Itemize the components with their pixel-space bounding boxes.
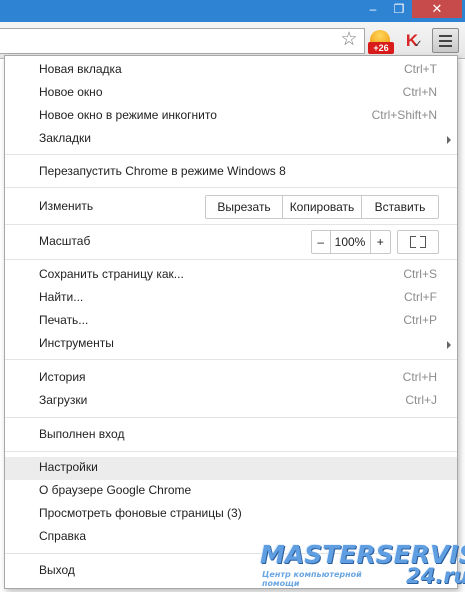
menu-item-background-pages[interactable]: Просмотреть фоновые страницы (3) bbox=[5, 503, 457, 526]
menu-separator bbox=[5, 224, 457, 225]
menu-item-save-page[interactable]: Сохранить страницу как... Ctrl+S bbox=[5, 264, 457, 287]
minimize-button[interactable]: – bbox=[360, 0, 386, 18]
menu-item-zoom: Масштаб – 100% + bbox=[5, 230, 457, 254]
submenu-arrow-icon bbox=[447, 136, 451, 144]
menu-item-label: Новое окно в режиме инкогнито bbox=[39, 108, 217, 122]
menu-item-label: Новая вкладка bbox=[39, 62, 122, 76]
menu-item-find[interactable]: Найти... Ctrl+F bbox=[5, 287, 457, 310]
menu-item-label: Просмотреть фоновые страницы (3) bbox=[39, 506, 242, 520]
menu-item-incognito[interactable]: Новое окно в режиме инкогнито Ctrl+Shift… bbox=[5, 105, 457, 128]
zoom-out-button[interactable]: – bbox=[312, 231, 331, 253]
menu-item-relaunch-windows8[interactable]: Перезапустить Chrome в режиме Windows 8 bbox=[5, 161, 457, 184]
hamburger-icon-line bbox=[439, 39, 452, 42]
avast-extension-icon[interactable]: +26 bbox=[368, 29, 394, 55]
address-bar[interactable] bbox=[0, 28, 365, 54]
menu-item-edit: Изменить Вырезать Копировать Вставить bbox=[5, 195, 457, 219]
menu-item-shortcut: Ctrl+F bbox=[404, 290, 437, 304]
menu-item-new-tab[interactable]: Новая вкладка Ctrl+T bbox=[5, 59, 457, 82]
menu-item-label: Перезапустить Chrome в режиме Windows 8 bbox=[39, 164, 286, 178]
paste-button[interactable]: Вставить bbox=[362, 196, 438, 218]
menu-separator bbox=[5, 259, 457, 260]
menu-item-bookmarks[interactable]: Закладки bbox=[5, 128, 457, 151]
extension-badge: +26 bbox=[368, 42, 394, 54]
menu-separator bbox=[5, 154, 457, 155]
menu-item-shortcut: Ctrl+T bbox=[404, 62, 437, 76]
menu-item-downloads[interactable]: Загрузки Ctrl+J bbox=[5, 390, 457, 413]
menu-separator bbox=[5, 359, 457, 360]
menu-item-label: Закладки bbox=[39, 131, 91, 145]
menu-item-shortcut: Ctrl+H bbox=[402, 370, 437, 384]
zoom-controls: – 100% + bbox=[311, 230, 391, 254]
zoom-in-button[interactable]: + bbox=[371, 231, 390, 253]
menu-item-label: О браузере Google Chrome bbox=[39, 483, 192, 497]
submenu-arrow-icon bbox=[447, 341, 451, 349]
menu-item-about[interactable]: О браузере Google Chrome bbox=[5, 480, 457, 503]
menu-item-settings[interactable]: Настройки bbox=[5, 457, 457, 480]
menu-item-label: Загрузки bbox=[39, 393, 88, 407]
menu-item-shortcut: Ctrl+Shift+N bbox=[371, 108, 437, 122]
chrome-menu-button[interactable] bbox=[432, 28, 459, 53]
menu-item-shortcut: Ctrl+N bbox=[402, 85, 437, 99]
hamburger-icon bbox=[439, 34, 452, 37]
fullscreen-icon-corner bbox=[410, 242, 416, 248]
menu-item-shortcut: Ctrl+S bbox=[403, 267, 437, 281]
menu-item-label: Выход bbox=[39, 563, 75, 577]
menu-item-label: История bbox=[39, 370, 86, 384]
menu-item-label: Масштаб bbox=[39, 234, 91, 248]
menu-item-label: Инструменты bbox=[39, 336, 114, 350]
check-icon: ✓ bbox=[414, 39, 423, 50]
menu-item-shortcut: Ctrl+J bbox=[405, 393, 437, 407]
menu-item-label: Выполнен вход bbox=[39, 427, 125, 441]
edit-button-group: Вырезать Копировать Вставить bbox=[205, 195, 439, 219]
watermark-subtitle: Центр компьютерной помощи bbox=[262, 570, 362, 588]
menu-item-history[interactable]: История Ctrl+H bbox=[5, 367, 457, 390]
bookmark-star-icon[interactable]: ☆ bbox=[338, 29, 360, 51]
kaspersky-extension-icon[interactable]: K ✓ bbox=[401, 30, 423, 52]
maximize-button[interactable]: ❐ bbox=[386, 0, 412, 18]
zoom-level: 100% bbox=[331, 231, 371, 253]
menu-separator bbox=[5, 451, 457, 452]
menu-item-label: Изменить bbox=[39, 199, 94, 213]
browser-toolbar bbox=[0, 22, 465, 59]
fullscreen-button[interactable] bbox=[397, 230, 439, 254]
menu-separator bbox=[5, 187, 457, 188]
menu-item-signed-in[interactable]: Выполнен вход bbox=[5, 424, 457, 447]
menu-item-label: Сохранить страницу как... bbox=[39, 267, 184, 281]
menu-item-label: Новое окно bbox=[39, 85, 103, 99]
menu-separator bbox=[5, 417, 457, 418]
menu-item-label: Найти... bbox=[39, 290, 84, 304]
menu-item-label: Настройки bbox=[39, 460, 98, 474]
hamburger-icon-line bbox=[439, 44, 452, 47]
menu-item-print[interactable]: Печать... Ctrl+P bbox=[5, 310, 457, 333]
cut-button[interactable]: Вырезать bbox=[206, 196, 283, 218]
menu-item-tools[interactable]: Инструменты bbox=[5, 333, 457, 356]
close-button[interactable]: ✕ bbox=[412, 0, 462, 18]
copy-button[interactable]: Копировать bbox=[283, 196, 362, 218]
menu-item-label: Справка bbox=[39, 529, 87, 543]
menu-item-label: Печать... bbox=[39, 313, 89, 327]
watermark-logo: MASTERSERVIS Центр компьютерной помощи 2… bbox=[260, 540, 465, 588]
fullscreen-icon-corner bbox=[420, 242, 426, 248]
menu-item-new-window[interactable]: Новое окно Ctrl+N bbox=[5, 82, 457, 105]
watermark-domain: 24.ru bbox=[406, 564, 465, 588]
chrome-menu: Новая вкладка Ctrl+T Новое окно Ctrl+N Н… bbox=[4, 55, 458, 589]
menu-item-shortcut: Ctrl+P bbox=[403, 313, 437, 327]
window-title-bar: – ❐ ✕ bbox=[0, 0, 465, 22]
